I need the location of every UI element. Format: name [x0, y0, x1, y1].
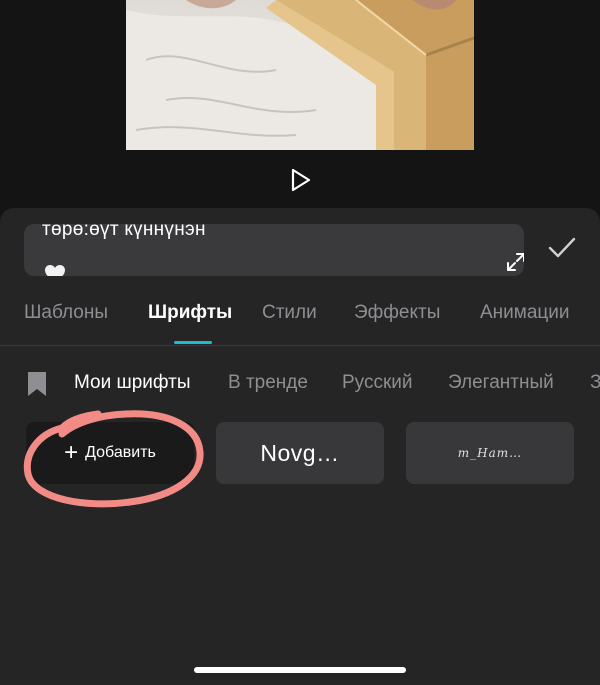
tab-animations[interactable]: Анимации — [480, 302, 570, 324]
font-card-script-label: m_Ham… — [457, 446, 523, 460]
font-card-novg[interactable]: Novg… — [216, 422, 384, 484]
font-card-script[interactable]: m_Ham… — [406, 422, 574, 484]
category-my-fonts[interactable]: Мои шрифты — [74, 372, 191, 394]
tab-effects[interactable]: Эффекты — [354, 302, 440, 324]
style-tabs: Шаблоны Шрифты Стили Эффекты Анимации — [0, 294, 600, 346]
font-categories: Мои шрифты В тренде Русский Элегантный З — [0, 368, 600, 398]
expand-icon[interactable] — [504, 250, 524, 274]
play-icon — [291, 168, 311, 192]
tab-fonts[interactable]: Шрифты — [148, 302, 232, 324]
tabs-divider — [0, 345, 600, 346]
preview-image — [126, 0, 474, 150]
checkmark-icon[interactable] — [547, 236, 577, 260]
white-heart-icon — [45, 265, 65, 276]
home-indicator — [194, 667, 406, 673]
category-trending[interactable]: В тренде — [228, 372, 308, 394]
add-font-button[interactable]: + Добавить — [26, 422, 194, 484]
play-button[interactable] — [288, 166, 314, 194]
font-card-novg-label: Novg… — [260, 439, 340, 466]
category-next[interactable]: З — [590, 372, 600, 394]
text-style-sheet: төрө:өүт күннүнэн Шаблоны Шрифты Стили Э… — [0, 208, 600, 685]
plus-icon: + — [64, 439, 79, 466]
bookmark-icon[interactable] — [26, 371, 48, 397]
category-russian[interactable]: Русский — [342, 372, 413, 394]
active-tab-indicator — [174, 341, 212, 344]
category-elegant[interactable]: Элегантный — [448, 372, 554, 394]
text-input-field[interactable]: төрө:өүт күннүнэн — [24, 224, 524, 276]
video-preview — [0, 0, 600, 210]
text-input-value: төрө:өүт күннүнэн — [42, 224, 206, 240]
add-font-label: Добавить — [85, 444, 156, 461]
tab-styles[interactable]: Стили — [262, 302, 317, 324]
tab-templates[interactable]: Шаблоны — [24, 302, 108, 324]
